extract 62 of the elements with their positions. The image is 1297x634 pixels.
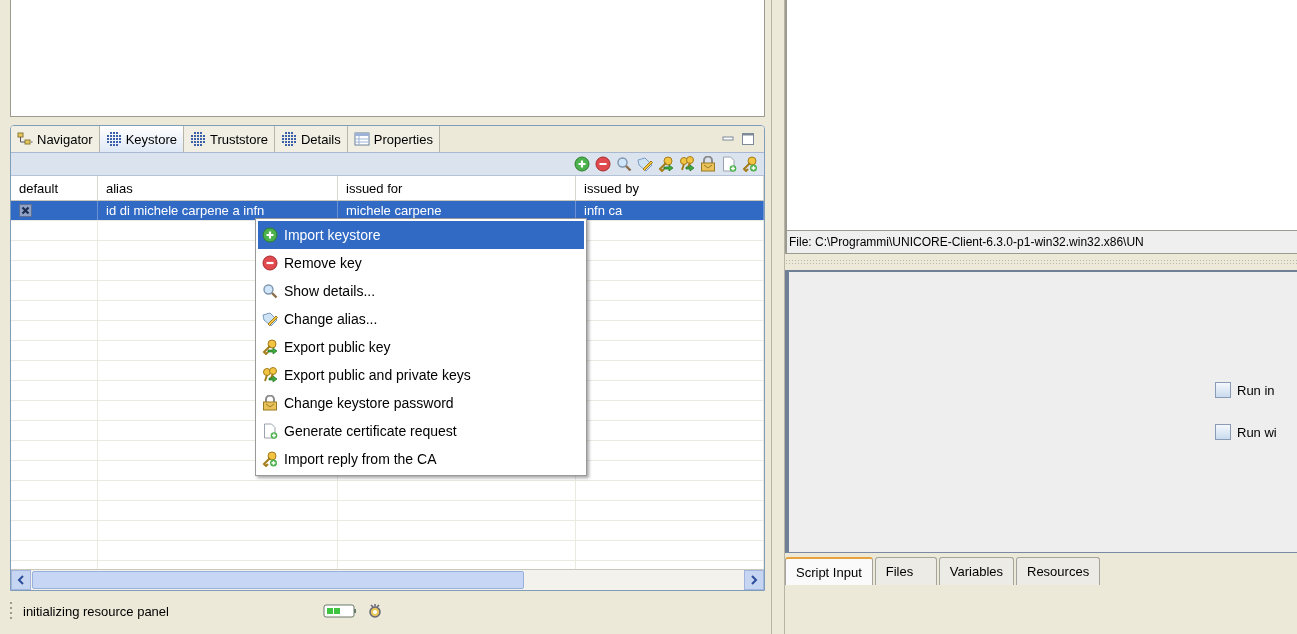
tree-icon <box>17 131 33 147</box>
menu-item[interactable]: Import keystore <box>258 221 584 249</box>
menu-item[interactable]: Generate certificate request <box>258 417 584 445</box>
menu-item[interactable]: Change keystore password <box>258 389 584 417</box>
menu-item[interactable]: Change alias... <box>258 305 584 333</box>
view-tab[interactable]: Keystore <box>99 126 184 152</box>
editor-tab[interactable]: Variables <box>938 557 1014 585</box>
keys-arrow-icon[interactable] <box>679 156 695 172</box>
memory-indicator-icon <box>323 604 357 618</box>
dot-grid-icon <box>281 131 297 147</box>
tag-pencil-icon[interactable] <box>637 156 653 172</box>
checkbox[interactable] <box>19 204 32 217</box>
scrollbar-thumb[interactable] <box>32 571 524 589</box>
page-plus-icon <box>262 423 278 439</box>
menu-item[interactable]: Remove key <box>258 249 584 277</box>
padlock-icon[interactable] <box>700 156 716 172</box>
table-row[interactable]: id di michele carpene a infn michele carpene infn ca <box>11 201 764 221</box>
key-plus-icon[interactable] <box>742 156 758 172</box>
page-plus-icon[interactable] <box>721 156 737 172</box>
column-header[interactable]: default <box>11 176 98 200</box>
column-header[interactable]: alias <box>98 176 338 200</box>
maximize-icon[interactable] <box>742 133 754 145</box>
checkbox[interactable] <box>1215 382 1231 398</box>
checkbox-label: Run wi <box>1237 424 1277 440</box>
editor-tab[interactable]: Script Input <box>785 557 873 585</box>
editor-tab[interactable]: Resources <box>1016 557 1101 585</box>
scroll-right-button[interactable] <box>744 570 764 590</box>
horizontal-scrollbar[interactable] <box>11 569 764 590</box>
dot-grid-icon <box>189 131 206 147</box>
key-arrow-icon <box>262 339 278 355</box>
key-arrow-icon[interactable] <box>658 156 674 172</box>
checkbox-label: Run in <box>1237 382 1275 398</box>
view-tab[interactable]: Properties <box>347 126 440 152</box>
magnifier-icon[interactable] <box>616 156 632 172</box>
keys-arrow-icon <box>262 367 278 383</box>
grip-handle-icon <box>10 602 13 620</box>
table-icon <box>353 131 370 147</box>
magnifier-icon <box>262 283 278 299</box>
menu-item[interactable]: Export public and private keys <box>258 361 584 389</box>
status-text: initializing resource panel <box>23 603 170 619</box>
key-plus-icon <box>262 451 278 467</box>
splitter-bar[interactable] <box>771 0 785 634</box>
view-tab[interactable]: Navigator <box>11 126 100 152</box>
view-tab[interactable]: Details <box>275 126 348 152</box>
menu-item[interactable]: Export public key <box>258 333 584 361</box>
minus-circle-icon <box>262 255 278 271</box>
plus-circle-icon[interactable] <box>574 156 590 172</box>
file-path-label: File: C:\Programmi\UNICORE-Client-6.3.0-p1-win32.win32.x86\UN <box>785 231 1297 254</box>
padlock-icon <box>262 395 278 411</box>
view-tab[interactable]: Truststore <box>183 126 275 152</box>
plus-circle-icon <box>262 227 278 243</box>
tag-pencil-icon <box>262 311 278 327</box>
column-header[interactable]: issued by <box>576 176 764 200</box>
dot-grid-icon <box>105 131 122 147</box>
menu-item[interactable]: Import reply from the CA <box>258 445 584 473</box>
column-header[interactable]: issued for <box>338 176 576 200</box>
menu-item[interactable]: Show details... <box>258 277 584 305</box>
checkbox[interactable] <box>1215 424 1231 440</box>
scroll-left-button[interactable] <box>11 570 31 590</box>
editor-tab[interactable]: Files <box>874 557 937 585</box>
minus-circle-icon[interactable] <box>595 156 611 172</box>
minimize-icon[interactable] <box>722 134 734 144</box>
